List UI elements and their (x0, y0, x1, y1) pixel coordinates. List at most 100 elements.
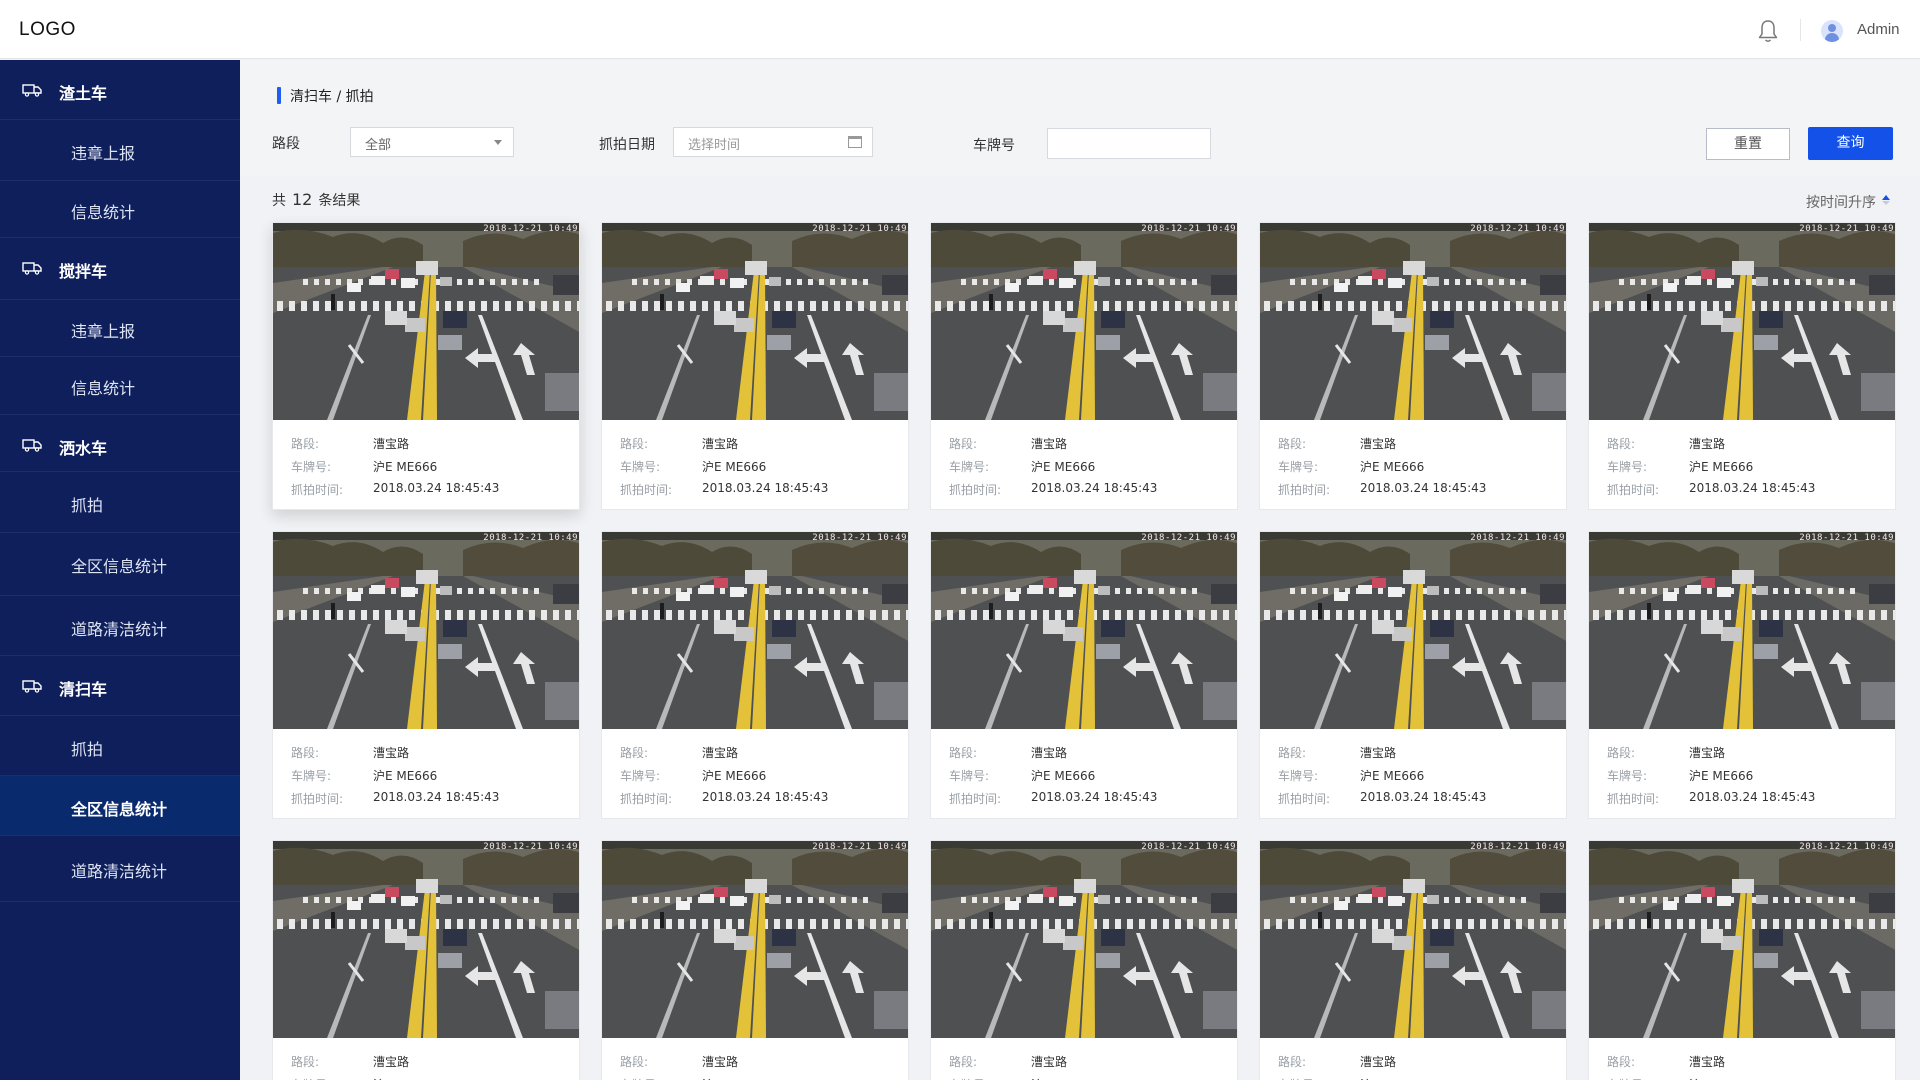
card-time-value: 2018.03.24 18:45:43 (1031, 481, 1158, 495)
avatar-icon[interactable] (1821, 20, 1843, 42)
card-time-value: 2018.03.24 18:45:43 (1689, 481, 1816, 495)
sidebar: 渣土车 违章上报 信息统计 搅拌车 违章上报 信息统计 洒水车 抓拍 全区信息统… (0, 60, 240, 1080)
sidebar-item-jiaobanche-stats[interactable]: 信息统计 (0, 357, 240, 415)
capture-card[interactable]: 2018-12-21 10:49 路段: 漕宝路 车牌号: 沪E ME666 抓… (1588, 222, 1896, 510)
sidebar-item-jiaobanche-report[interactable]: 违章上报 (0, 300, 240, 357)
road-select[interactable]: 全部 (350, 127, 514, 157)
capture-photo[interactable]: 2018-12-21 10:49 (931, 532, 1237, 729)
sidebar-item-qingsaoche-road-stats[interactable]: 道路清洁统计 (0, 836, 240, 902)
capture-card[interactable]: 2018-12-21 10:49 路段: 漕宝路 车牌号: 沪E ME666 抓… (272, 222, 580, 510)
capture-photo[interactable]: 2018-12-21 10:49 (273, 841, 579, 1038)
sidebar-group-sashuiche[interactable]: 洒水车 (0, 415, 240, 472)
card-plate-value: 沪E ME666 (373, 769, 438, 783)
query-button[interactable]: 查询 (1808, 127, 1893, 160)
sidebar-group-qingsaoche[interactable]: 清扫车 (0, 656, 240, 716)
card-road-value: 漕宝路 (1360, 437, 1397, 451)
card-road-key: 路段: (1278, 437, 1307, 451)
street-photo-graphic (1260, 841, 1566, 1038)
capture-photo[interactable]: 2018-12-21 10:49 (1589, 841, 1895, 1038)
road-select-value: 全部 (365, 138, 392, 153)
capture-card[interactable]: 2018-12-21 10:49 路段: 漕宝路 车牌号: 沪E ME666 抓… (1259, 840, 1567, 1080)
capture-photo[interactable]: 2018-12-21 10:49 (273, 532, 579, 729)
result-number: 12 (292, 190, 313, 209)
sidebar-item-zhatuche-report[interactable]: 违章上报 (0, 120, 240, 181)
capture-card[interactable]: 2018-12-21 10:49 路段: 漕宝路 车牌号: 沪E ME666 抓… (601, 222, 909, 510)
capture-photo[interactable]: 2018-12-21 10:49 (273, 223, 579, 420)
sidebar-group-zhatuche[interactable]: 渣土车 (0, 60, 240, 120)
sidebar-item-qingsaoche-capture[interactable]: 抓拍 (0, 716, 240, 776)
sidebar-group-jiaobanche[interactable]: 搅拌车 (0, 238, 240, 300)
card-road-value: 漕宝路 (373, 437, 410, 451)
photo-timestamp: 2018-12-21 10:49 (1799, 224, 1894, 234)
sidebar-item-label: 道路清洁统计 (71, 862, 168, 881)
bell-icon[interactable] (1757, 19, 1779, 43)
capture-photo[interactable]: 2018-12-21 10:49 (602, 841, 908, 1038)
capture-photo[interactable]: 2018-12-21 10:49 (1260, 532, 1566, 729)
card-plate-key: 车牌号: (1607, 460, 1648, 474)
street-photo-graphic (931, 841, 1237, 1038)
top-header: LOGO Admin (0, 0, 1920, 59)
sort-toggle[interactable]: 按时间升序 (1806, 192, 1876, 212)
capture-card[interactable]: 2018-12-21 10:49 路段: 漕宝路 车牌号: 沪E ME666 抓… (601, 531, 909, 819)
capture-photo[interactable]: 2018-12-21 10:49 (931, 841, 1237, 1038)
card-plate-value: 沪E ME666 (373, 1076, 437, 1080)
street-photo-graphic (1589, 223, 1895, 420)
card-road-value: 漕宝路 (1031, 437, 1068, 451)
street-photo-graphic (1260, 532, 1566, 729)
logo[interactable]: LOGO (19, 19, 76, 41)
capture-photo[interactable]: 2018-12-21 10:49 (1589, 223, 1895, 420)
capture-card[interactable]: 2018-12-21 10:49 路段: 漕宝路 车牌号: 沪E ME666 抓… (930, 840, 1238, 1080)
card-road-key: 路段: (620, 437, 649, 451)
sidebar-item-sashuiche-district-stats[interactable]: 全区信息统计 (0, 533, 240, 596)
sidebar-item-qingsaoche-district-stats[interactable]: 全区信息统计 (0, 776, 240, 836)
photo-timestamp: 2018-12-21 10:49 (1470, 224, 1565, 234)
capture-photo[interactable]: 2018-12-21 10:49 (602, 532, 908, 729)
card-time-key: 抓拍时间: (1607, 483, 1660, 497)
reset-button[interactable]: 重置 (1706, 128, 1790, 160)
plate-input[interactable] (1047, 128, 1211, 159)
capture-photo[interactable]: 2018-12-21 10:49 (1589, 532, 1895, 729)
card-plate-value: 沪E ME666 (1360, 460, 1425, 474)
card-time-key: 抓拍时间: (1278, 792, 1331, 806)
date-picker[interactable]: 选择时间 (673, 127, 873, 157)
capture-card[interactable]: 2018-12-21 10:49 路段: 漕宝路 车牌号: 沪E ME666 抓… (1588, 531, 1896, 819)
capture-card[interactable]: 2018-12-21 10:49 路段: 漕宝路 车牌号: 沪E ME666 抓… (930, 222, 1238, 510)
card-road-key: 路段: (949, 437, 978, 451)
card-plate-key: 车牌号: (620, 769, 661, 783)
card-road-key: 路段: (620, 746, 649, 760)
truck-icon (22, 262, 42, 275)
sidebar-group-label: 搅拌车 (59, 262, 108, 281)
sidebar-item-sashuiche-road-stats[interactable]: 道路清洁统计 (0, 596, 240, 656)
sort-ascending-icon[interactable] (1882, 195, 1890, 205)
capture-card[interactable]: 2018-12-21 10:49 路段: 漕宝路 车牌号: 沪E ME666 抓… (272, 840, 580, 1080)
sidebar-item-label: 全区信息统计 (71, 557, 168, 576)
capture-card[interactable]: 2018-12-21 10:49 路段: 漕宝路 车牌号: 沪E ME666 抓… (1259, 222, 1567, 510)
sidebar-item-zhatuche-stats[interactable]: 信息统计 (0, 181, 240, 238)
capture-card[interactable]: 2018-12-21 10:49 路段: 漕宝路 车牌号: 沪E ME666 抓… (930, 531, 1238, 819)
sidebar-item-label: 抓拍 (71, 496, 104, 515)
capture-photo[interactable]: 2018-12-21 10:49 (1260, 841, 1566, 1038)
card-time-key: 抓拍时间: (949, 792, 1002, 806)
photo-timestamp: 2018-12-21 10:49 (812, 224, 907, 234)
sidebar-item-label: 违章上报 (71, 144, 136, 163)
result-prefix: 共 (272, 193, 286, 209)
capture-card[interactable]: 2018-12-21 10:49 路段: 漕宝路 车牌号: 沪E ME666 抓… (1259, 531, 1567, 819)
card-road-value: 漕宝路 (702, 746, 739, 760)
street-photo-graphic (931, 223, 1237, 420)
card-road-value: 漕宝路 (702, 1055, 739, 1069)
capture-card[interactable]: 2018-12-21 10:49 路段: 漕宝路 车牌号: 沪E ME666 抓… (1588, 840, 1896, 1080)
card-road-value: 漕宝路 (1360, 746, 1397, 760)
capture-photo[interactable]: 2018-12-21 10:49 (1260, 223, 1566, 420)
user-name[interactable]: Admin (1857, 21, 1900, 38)
card-plate-value: 沪E ME666 (702, 460, 767, 474)
card-plate-key: 车牌号: (620, 1076, 660, 1080)
sidebar-item-sashuiche-capture[interactable]: 抓拍 (0, 472, 240, 533)
capture-card[interactable]: 2018-12-21 10:49 路段: 漕宝路 车牌号: 沪E ME666 抓… (272, 531, 580, 819)
sidebar-item-label: 信息统计 (71, 379, 136, 398)
capture-card[interactable]: 2018-12-21 10:49 路段: 漕宝路 车牌号: 沪E ME666 抓… (601, 840, 909, 1080)
card-road-key: 路段: (1278, 1055, 1307, 1069)
capture-photo[interactable]: 2018-12-21 10:49 (931, 223, 1237, 420)
photo-timestamp: 2018-12-21 10:49 (483, 533, 578, 543)
capture-photo[interactable]: 2018-12-21 10:49 (602, 223, 908, 420)
card-plate-value: 沪E ME666 (702, 1076, 766, 1080)
